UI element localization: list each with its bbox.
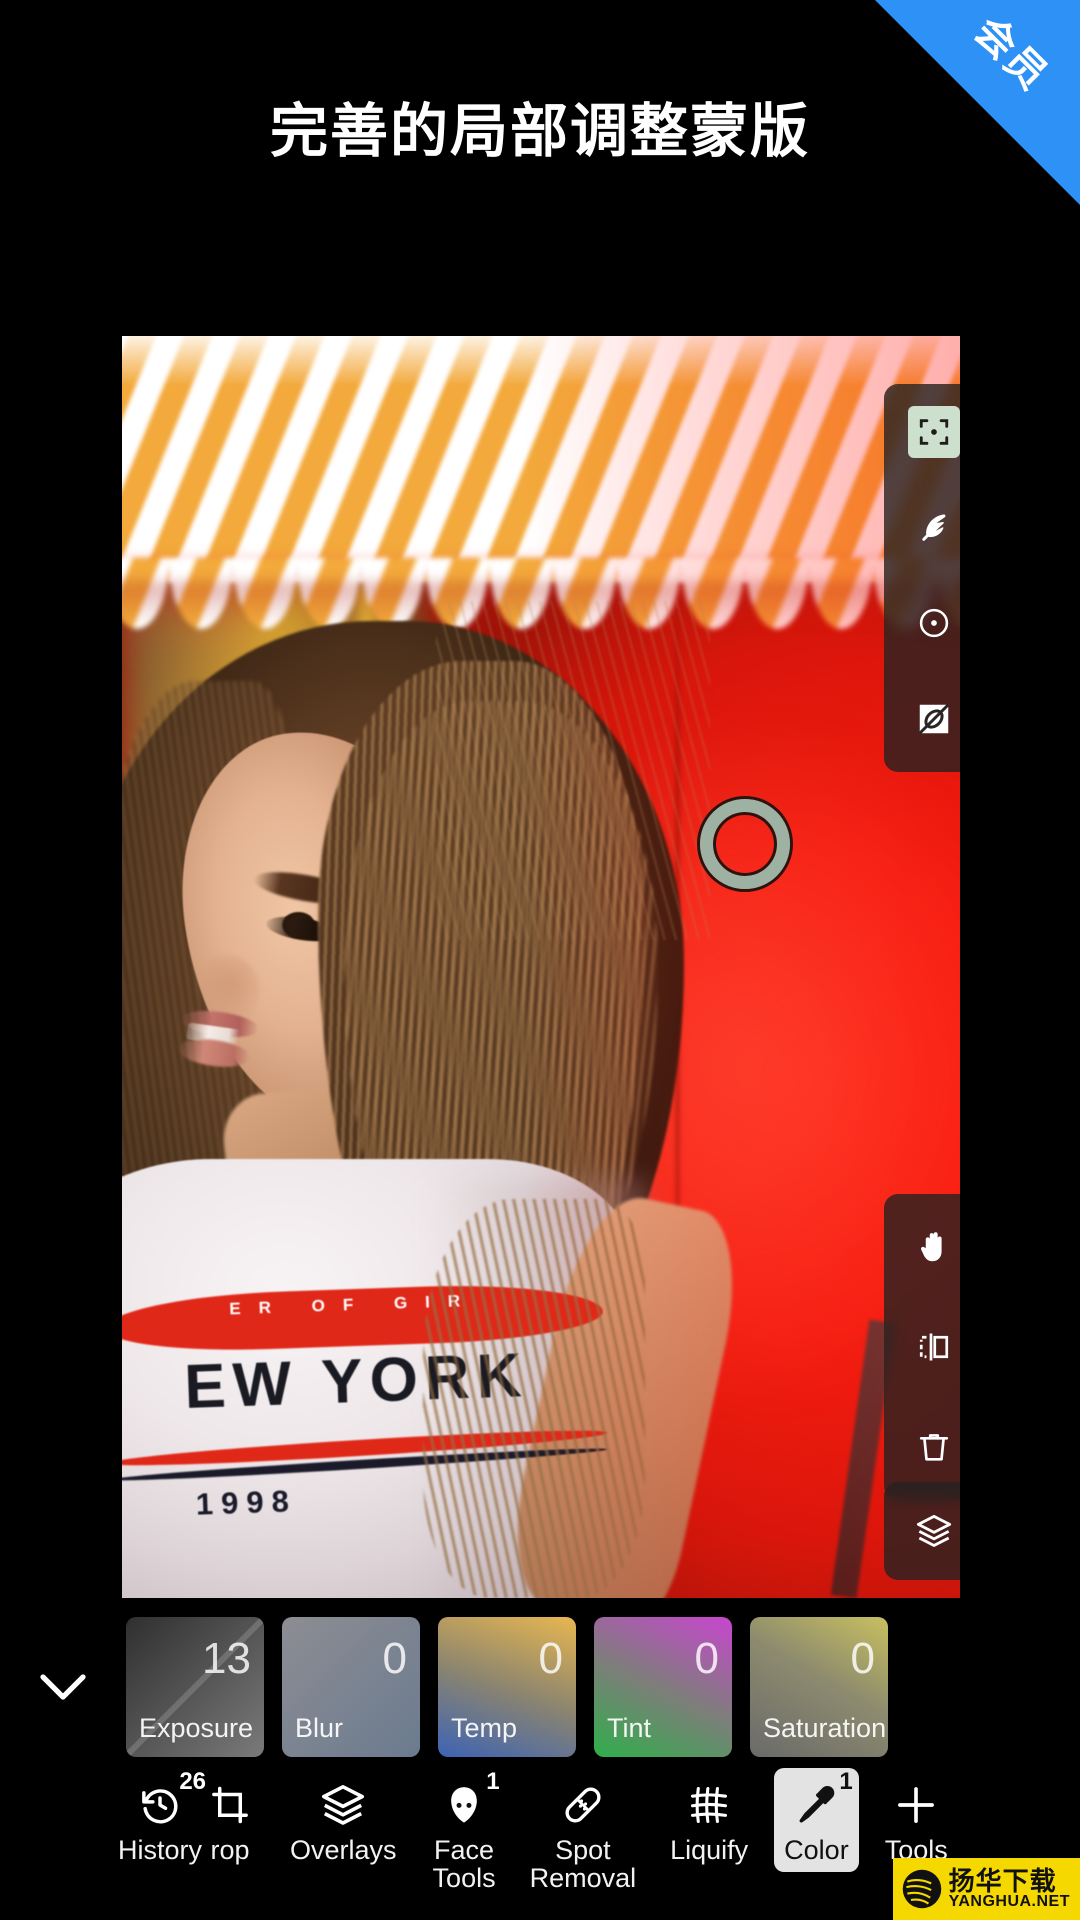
chip-value: 13	[202, 1634, 251, 1683]
chip-label: Exposure	[139, 1713, 254, 1743]
invert-mask-icon[interactable]	[907, 692, 960, 746]
color-badge: 1	[839, 1768, 853, 1795]
nav-item-overlays[interactable]: Overlays	[280, 1768, 407, 1872]
feather-icon[interactable]	[907, 500, 960, 554]
watermark-logo-icon	[899, 1866, 945, 1912]
radial-mask-icon[interactable]	[907, 596, 960, 650]
nav-label: Color	[784, 1835, 849, 1865]
chip-value: 0	[694, 1634, 719, 1683]
nav-item-color[interactable]: 1 Color	[774, 1768, 859, 1873]
target-select-icon[interactable]	[908, 406, 960, 458]
nav-label: Face Tools	[432, 1835, 496, 1894]
mirror-flip-icon[interactable]	[907, 1320, 960, 1374]
layers-panel[interactable]	[884, 1482, 960, 1580]
nav-label: rop	[210, 1835, 250, 1865]
face-tools-badge: 1	[486, 1768, 500, 1795]
chip-label: Temp	[451, 1713, 518, 1743]
face-icon	[442, 1782, 486, 1828]
site-watermark: 扬华下载 YANGHUA.NET	[892, 1858, 1080, 1920]
photo-canvas[interactable]: ER OF GIR EW YORK 1998	[122, 336, 960, 1598]
chip-value: 0	[382, 1634, 407, 1683]
eyedropper-icon	[794, 1782, 838, 1828]
nav-item-tools[interactable]: Tools	[875, 1768, 958, 1872]
adjustment-chip-temp[interactable]: 0 Temp	[438, 1617, 576, 1757]
adjustment-chips-strip[interactable]: 13 Exposure 0 Blur 0 Temp 0 Tint 0 Satur…	[0, 1617, 1080, 1757]
nav-item-crop[interactable]: rop	[198, 1768, 262, 1872]
pan-hand-icon[interactable]	[907, 1220, 960, 1274]
mask-tools-panel[interactable]	[884, 384, 960, 772]
watermark-text: 扬华下载 YANGHUA.NET	[949, 1868, 1070, 1910]
layers-icon	[319, 1782, 367, 1828]
chip-label: Saturation	[763, 1713, 887, 1743]
awning-top-highlight	[122, 336, 960, 387]
adjustment-chip-blur[interactable]: 0 Blur	[282, 1617, 420, 1757]
chip-label: Tint	[607, 1713, 652, 1743]
graphic-year-text: 1998	[195, 1483, 298, 1522]
app-root: 会员 完善的局部调整蒙版 ER OF GIR EW YORK 1998 13 E…	[0, 0, 1080, 1920]
chevron-down-icon[interactable]	[0, 1667, 126, 1707]
watermark-en: YANGHUA.NET	[948, 1893, 1070, 1910]
nav-label: Spot Removal	[529, 1835, 637, 1894]
crop-icon	[208, 1782, 252, 1828]
edited-photo: ER OF GIR EW YORK 1998	[122, 336, 960, 1598]
nav-item-liquify[interactable]: Liquify	[660, 1768, 758, 1872]
chip-value: 0	[538, 1634, 563, 1683]
chip-label: Blur	[295, 1713, 344, 1743]
plus-icon	[893, 1782, 939, 1828]
nav-item-history[interactable]: 26 History	[108, 1768, 212, 1872]
membership-ribbon[interactable]: 会员	[875, 0, 1080, 205]
nav-label: Overlays	[290, 1835, 397, 1865]
chip-value: 0	[850, 1634, 875, 1683]
hair-over-shirt	[422, 1199, 645, 1598]
watermark-cn: 扬华下载	[948, 1866, 1057, 1896]
person-subject: ER OF GIR EW YORK 1998	[122, 601, 776, 1598]
hair-wisps	[435, 601, 711, 940]
nav-label: Liquify	[670, 1835, 749, 1865]
adjustment-chip-exposure[interactable]: 13 Exposure	[126, 1617, 264, 1757]
transform-tools-panel[interactable]	[884, 1194, 960, 1500]
nav-label: History	[118, 1835, 203, 1865]
grid-mesh-icon	[686, 1782, 732, 1828]
history-undo-icon	[138, 1782, 182, 1828]
adjustment-chip-saturation[interactable]: 0 Saturation	[750, 1617, 888, 1757]
nav-item-spot-removal[interactable]: Spot Removal	[520, 1768, 647, 1901]
delete-trash-icon[interactable]	[907, 1420, 960, 1474]
bandage-icon	[561, 1782, 605, 1828]
adjustment-chip-tint[interactable]: 0 Tint	[594, 1617, 732, 1757]
layers-icon[interactable]	[907, 1504, 960, 1558]
radial-mask-handle[interactable]	[700, 799, 790, 889]
nav-item-face-tools[interactable]: 1 Face Tools	[423, 1768, 506, 1901]
